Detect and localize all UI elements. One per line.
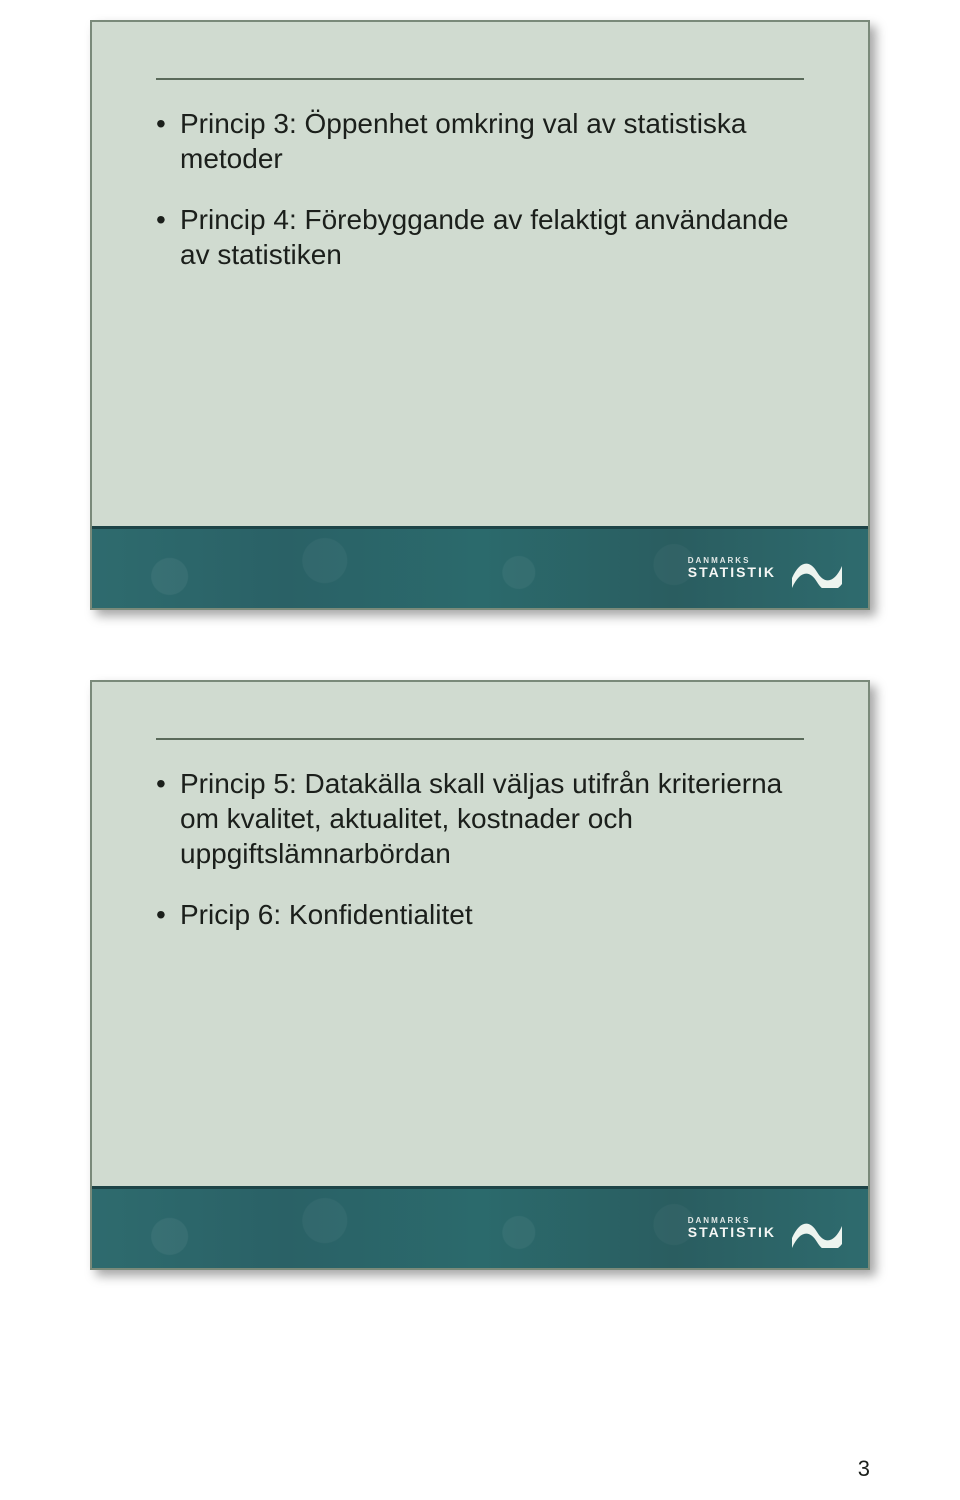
divider — [156, 738, 804, 740]
divider — [156, 78, 804, 80]
logo-line2: STATISTIK — [688, 565, 776, 580]
list-item: Princip 5: Datakälla skall väljas utifrå… — [156, 766, 804, 871]
bullet-text: Princip 5: Datakälla skall väljas utifrå… — [180, 768, 782, 869]
list-item: Princip 3: Öppenhet omkring val av stati… — [156, 106, 804, 176]
list-item: Princip 4: Förebyggande av felaktigt anv… — [156, 202, 804, 272]
wave-icon — [790, 550, 844, 588]
logo-text: DANMARKS STATISTIK — [688, 1217, 776, 1240]
logo-line1: DANMARKS — [688, 1217, 776, 1225]
page-number: 3 — [858, 1456, 870, 1482]
bullet-text: Princip 3: Öppenhet omkring val av stati… — [180, 108, 746, 174]
logo-line2: STATISTIK — [688, 1225, 776, 1240]
bullet-text: Princip 4: Förebyggande av felaktigt anv… — [180, 204, 789, 270]
list-item: Pricip 6: Konfidentialitet — [156, 897, 804, 932]
logo: DANMARKS STATISTIK — [688, 1210, 844, 1248]
slide-content: Princip 5: Datakälla skall väljas utifrå… — [92, 682, 868, 932]
page: Princip 3: Öppenhet omkring val av stati… — [0, 0, 960, 1500]
logo: DANMARKS STATISTIK — [688, 550, 844, 588]
bullet-text: Pricip 6: Konfidentialitet — [180, 899, 473, 930]
logo-line1: DANMARKS — [688, 557, 776, 565]
slide-footer: DANMARKS STATISTIK — [92, 526, 868, 608]
slide: Princip 3: Öppenhet omkring val av stati… — [90, 20, 870, 610]
bullet-list: Princip 3: Öppenhet omkring val av stati… — [156, 106, 804, 272]
logo-text: DANMARKS STATISTIK — [688, 557, 776, 580]
wave-icon — [790, 1210, 844, 1248]
slide-content: Princip 3: Öppenhet omkring val av stati… — [92, 22, 868, 272]
slide: Princip 5: Datakälla skall väljas utifrå… — [90, 680, 870, 1270]
slide-footer: DANMARKS STATISTIK — [92, 1186, 868, 1268]
bullet-list: Princip 5: Datakälla skall väljas utifrå… — [156, 766, 804, 932]
